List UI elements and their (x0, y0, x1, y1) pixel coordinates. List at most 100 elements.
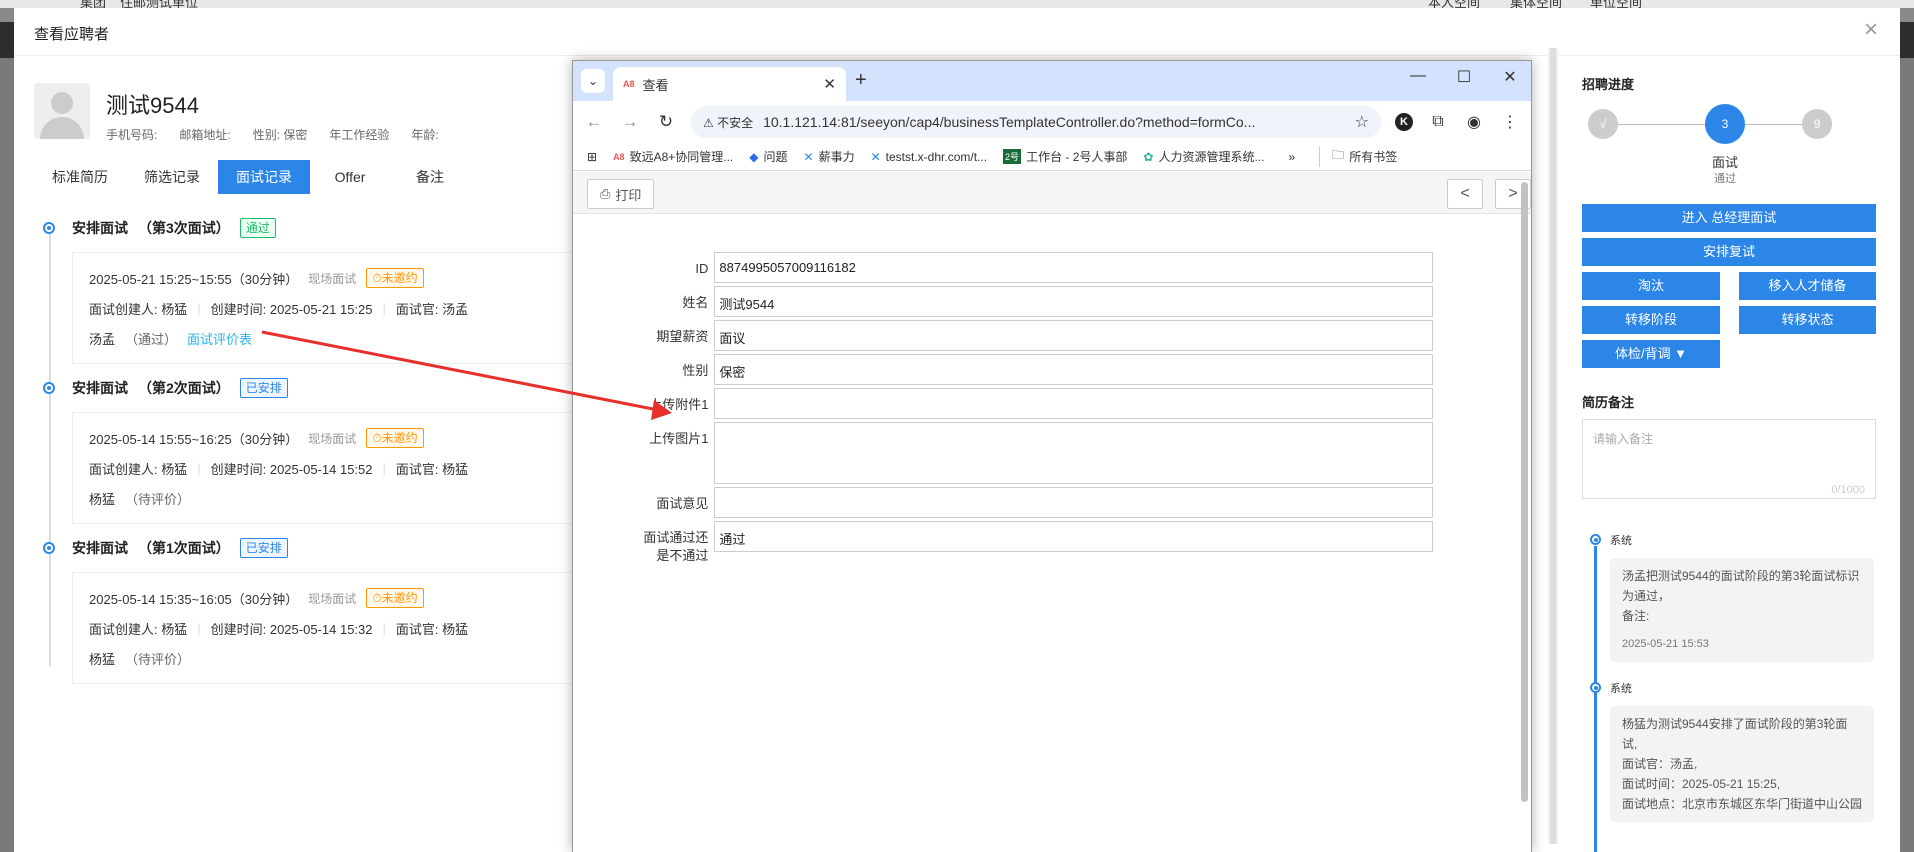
tab-close-icon[interactable]: ✕ (823, 75, 836, 93)
bg-item: 集团 (80, 0, 107, 8)
candidate-name: 测试9544 (106, 93, 199, 118)
browser-toolbar: ← → ↻ ⚠ 不安全 10.1.121.14:81/seeyon/cap4/b… (573, 101, 1531, 143)
url-text[interactable]: 10.1.121.14:81/seeyon/cap4/businessTempl… (763, 114, 1255, 130)
interview-heading: 安排面试 （第3次面试） 通过 (72, 216, 600, 240)
field-id[interactable]: 8874995057009116182 (714, 252, 1433, 283)
background-left (0, 58, 14, 852)
field-pass-result[interactable]: 通过 (714, 521, 1433, 552)
meta-email: 邮箱地址: (179, 128, 231, 142)
bookmark-item[interactable]: ✕ testst.x-dhr.com/t... (871, 150, 987, 164)
more-bookmarks-icon[interactable]: » (1288, 150, 1295, 164)
step-done-icon[interactable]: √ (1588, 109, 1618, 139)
result-name: 杨猛 (89, 651, 116, 667)
field-opinion[interactable] (714, 487, 1433, 518)
log-card: 汤孟把测试9544的面试阶段的第3轮面试标识为通过， 备注: 2025-05-2… (1610, 558, 1874, 662)
tab-screening[interactable]: 筛选记录 (126, 160, 218, 194)
apps-icon[interactable]: ⊞ (587, 150, 597, 164)
scrollbar-thumb[interactable] (1521, 182, 1528, 802)
move-talent-pool-button[interactable]: 移入人才储备 (1739, 272, 1876, 300)
step-current[interactable]: 3 (1705, 104, 1745, 144)
rearrange-interview-button[interactable]: 安排复试 (1582, 238, 1876, 266)
interview-interviewer: 面试官: 杨猛 (395, 621, 469, 637)
step-next[interactable]: 9 (1802, 109, 1832, 139)
step-connector (1618, 124, 1705, 125)
background-topbar: 集团 住邮测试单位 本人空间 集体空间 单位空间 (0, 0, 1914, 8)
interview-card: 2025-05-14 15:35~16:05（30分钟） 现场面试 ⏱未邀约 面… (72, 572, 632, 684)
field-gender[interactable]: 保密 (714, 354, 1433, 385)
bookmark-item[interactable]: ◆ 问题 (749, 148, 787, 165)
bookmark-item[interactable]: A8 致远A8+协同管理... (613, 148, 733, 165)
eliminate-button[interactable]: 淘汰 (1582, 272, 1720, 300)
bookmark-star-icon[interactable]: ☆ (1355, 112, 1369, 132)
field-label: 面试通过还是不通过 (643, 530, 709, 563)
browser-window: ⌄ A8 查看 ✕ + — ☐ ✕ ← → ↻ ⚠ 不安全 10.1.121.1… (572, 60, 1532, 852)
scrollbar-thumb[interactable] (1550, 48, 1556, 844)
tab-offer[interactable]: Offer (310, 160, 390, 194)
dialog-title: 查看应聘者 (34, 26, 110, 43)
interview-time: 2025-05-14 15:35~16:05（30分钟） (89, 591, 299, 607)
close-icon[interactable]: × (1864, 18, 1878, 42)
browser-scrollbar[interactable] (1521, 172, 1529, 852)
prev-record-button[interactable]: < (1447, 179, 1483, 209)
field-attachment[interactable] (714, 388, 1433, 419)
bookmark-item[interactable]: ✿ 人力资源管理系统... (1143, 148, 1264, 165)
address-bar[interactable]: ⚠ 不安全 10.1.121.14:81/seeyon/cap4/busines… (691, 106, 1381, 138)
step-status: 通过 (1714, 173, 1736, 185)
back-icon[interactable]: ← (583, 112, 605, 132)
new-tab-icon[interactable]: + (855, 69, 867, 92)
move-stage-button[interactable]: 转移阶段 (1582, 306, 1720, 334)
bookmarks-bar: ⊞ A8 致远A8+协同管理... ◆ 问题 ✕ 薪事力 ✕ testst.x-dhr.… (573, 143, 1531, 171)
interview-type: 现场面试 (308, 431, 357, 446)
profile-icon[interactable]: ◉ (1463, 112, 1485, 132)
timeline-dot-icon (43, 222, 55, 234)
extensions-icon[interactable]: ⧉ (1427, 113, 1449, 131)
bookmark-item[interactable]: ✕ 薪事力 (804, 148, 855, 165)
panel-scrollbar[interactable] (1548, 48, 1558, 844)
field-label: 姓名 (682, 295, 709, 310)
forward-icon[interactable]: → (619, 112, 641, 132)
tab-search-icon[interactable]: ⌄ (581, 69, 605, 93)
enter-gm-interview-button[interactable]: 进入 总经理面试 (1582, 204, 1876, 232)
log-dot-icon (1590, 534, 1601, 545)
tab-favicon: A8 (623, 79, 635, 89)
minimize-icon[interactable]: — (1405, 67, 1431, 87)
extension-k-icon[interactable]: K (1395, 113, 1413, 131)
interview-type: 现场面试 (308, 271, 357, 286)
field-salary[interactable]: 面议 (714, 320, 1433, 351)
background-check-dropdown[interactable]: 体检/背调 ▼ (1582, 340, 1720, 368)
interview-creator: 面试创建人: 杨猛 (89, 301, 188, 317)
window-close-icon[interactable]: ✕ (1497, 67, 1523, 87)
status-badge: 已安排 (239, 378, 288, 398)
field-name[interactable]: 测试9544 (714, 286, 1433, 317)
log-text: 面试时间：2025-05-21 15:25, (1622, 777, 1781, 791)
invite-badge: ⏱未邀约 (366, 428, 424, 448)
interview-creator: 面试创建人: 杨猛 (89, 461, 188, 477)
interview-item: 安排面试 （第2次面试） 已安排 2025-05-14 15:55~16:25（… (40, 376, 632, 524)
log-text: 杨猛为测试9544安排了面试阶段的第3轮面试, (1622, 717, 1848, 751)
menu-icon[interactable]: ⋮ (1499, 112, 1521, 132)
interview-card: 2025-05-21 15:25~15:55（30分钟） 现场面试 ⏱未邀约 面… (72, 252, 632, 364)
evaluation-link[interactable]: 面试评价表 (187, 329, 252, 348)
tab-notes[interactable]: 备注 (390, 160, 470, 194)
bookmark-item[interactable]: 2号 工作台 - 2号人事部 (1003, 148, 1127, 165)
result-name: 汤孟 (89, 331, 116, 347)
step-label: 面试 (1711, 155, 1738, 170)
insecure-badge[interactable]: ⚠ 不安全 (703, 114, 753, 131)
interview-heading: 安排面试 （第1次面试） 已安排 (72, 536, 600, 560)
browser-tab[interactable]: A8 查看 ✕ (613, 67, 846, 101)
all-bookmarks[interactable]: 🗀 所有书签 (1319, 146, 1397, 167)
tab-interview[interactable]: 面试记录 (218, 160, 310, 194)
result-status: （待评价） (125, 491, 191, 507)
divider: | (382, 460, 386, 476)
reload-icon[interactable]: ↻ (655, 112, 677, 132)
field-label: 上传图片1 (649, 431, 709, 446)
divider: | (197, 620, 201, 636)
log-card: 杨猛为测试9544安排了面试阶段的第3轮面试, 面试官：汤孟, 面试时间：202… (1610, 706, 1874, 822)
field-image[interactable] (714, 422, 1433, 484)
interview-item: 安排面试 （第3次面试） 通过 2025-05-21 15:25~15:55（3… (40, 216, 632, 364)
print-button[interactable]: ⎙ 打印 (587, 179, 655, 209)
interview-interviewer: 面试官: 汤孟 (395, 301, 469, 317)
maximize-icon[interactable]: ☐ (1451, 67, 1477, 87)
move-status-button[interactable]: 转移状态 (1739, 306, 1876, 334)
tab-resume[interactable]: 标准简历 (34, 160, 126, 194)
